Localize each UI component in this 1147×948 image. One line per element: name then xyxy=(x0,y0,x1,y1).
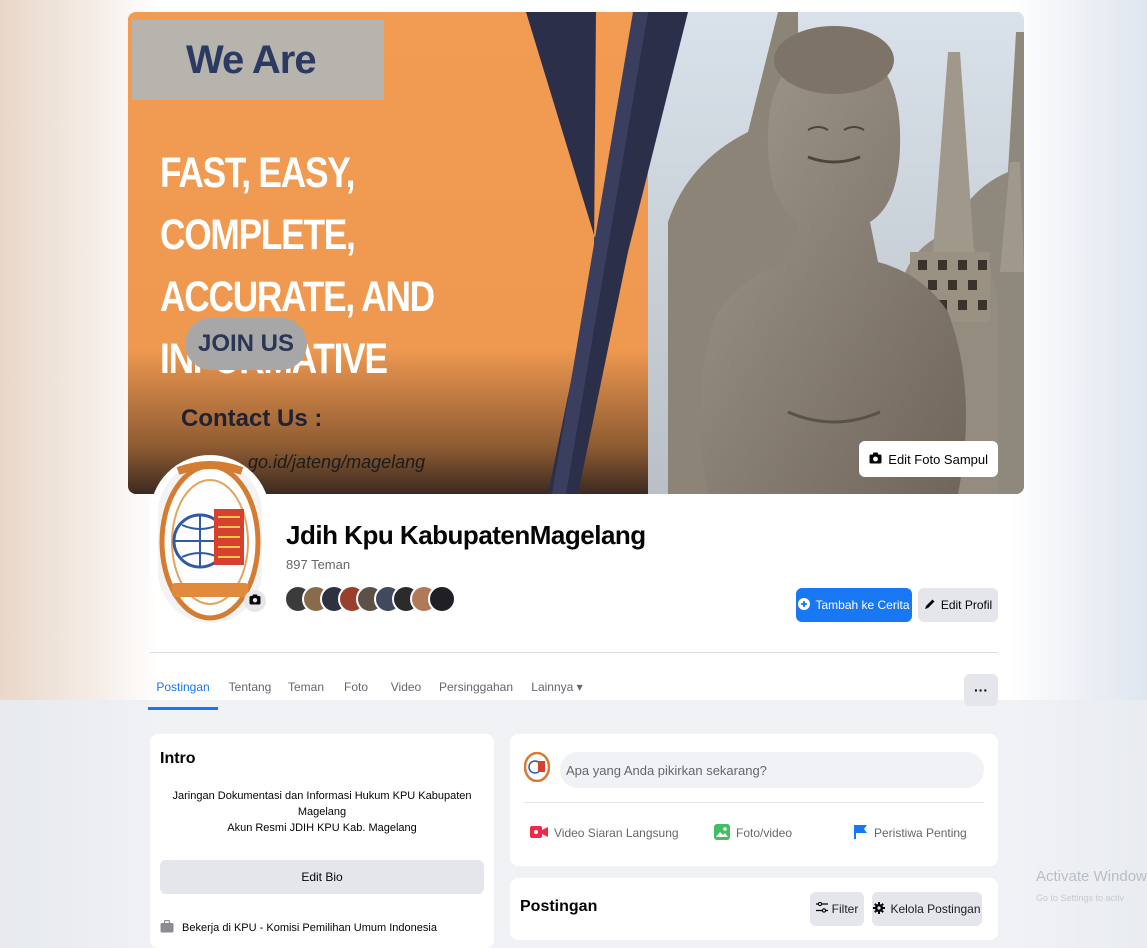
life-event-button[interactable]: Peristiwa Penting xyxy=(854,816,967,850)
camera-icon xyxy=(869,452,882,467)
post-composer: Apa yang Anda pikirkan sekarang? Video S… xyxy=(510,734,998,866)
filter-label: Filter xyxy=(831,902,859,916)
add-to-story-button[interactable]: Tambah ke Cerita xyxy=(796,588,912,622)
filter-icon xyxy=(815,901,828,916)
edit-profile-label: Edit Profil xyxy=(940,598,993,612)
tab-persinggahan[interactable]: Persinggahan xyxy=(438,664,514,710)
camera-icon xyxy=(249,592,261,610)
photo-video-button[interactable]: Foto/video xyxy=(714,816,792,850)
activation-watermark-subtitle: Go to Settings to activ xyxy=(1036,893,1125,903)
friends-count[interactable]: 897 Teman xyxy=(286,557,350,572)
intro-card: Intro Jaringan Dokumentasi dan Informasi… xyxy=(150,734,494,948)
photo-icon xyxy=(714,823,730,843)
bio-line: Magelang xyxy=(297,806,347,818)
whats-on-your-mind-input[interactable]: Apa yang Anda pikirkan sekarang? xyxy=(560,752,984,788)
composer-divider xyxy=(524,802,984,803)
tagline-line-1: FAST, EASY, COMPLETE, xyxy=(160,149,356,259)
posts-header: Postingan Filter Kelola Postingan xyxy=(510,878,998,940)
profile-name: Jdih Kpu KabupatenMagelang xyxy=(286,520,646,550)
tab-tentang[interactable]: Tentang xyxy=(226,664,274,710)
intro-bio: Jaringan Dokumentasi dan Informasi Hukum… xyxy=(160,788,484,836)
tab-video[interactable]: Video xyxy=(388,664,424,710)
live-video-icon xyxy=(530,825,548,842)
work-info[interactable]: Bekerja di KPU - Komisi Pemilihan Umum I… xyxy=(160,919,437,936)
friend-avatar[interactable] xyxy=(428,585,456,613)
bio-line: Jaringan Dokumentasi dan Informasi Hukum… xyxy=(172,790,472,802)
tab-lainnya[interactable]: Lainnya ▾ xyxy=(528,664,586,710)
cover-headline: We Are xyxy=(186,38,317,82)
manage-posts-label: Kelola Postingan xyxy=(890,902,981,916)
plus-circle-icon xyxy=(798,597,811,613)
contact-label: Contact Us : xyxy=(181,405,323,432)
contact-url: go.id/jateng/magelang xyxy=(248,452,426,472)
change-avatar-button[interactable] xyxy=(244,590,266,612)
join-us-badge: JOIN US xyxy=(185,318,307,370)
live-video-label: Video Siaran Langsung xyxy=(554,826,679,840)
composer-avatar[interactable] xyxy=(523,751,551,783)
intro-title: Intro xyxy=(160,750,196,767)
edit-cover-button[interactable]: Edit Foto Sampul xyxy=(859,441,998,477)
manage-posts-button[interactable]: Kelola Postingan xyxy=(872,892,982,926)
posts-title: Postingan xyxy=(520,898,598,915)
photo-video-label: Foto/video xyxy=(736,826,793,840)
more-options-button[interactable]: ··· xyxy=(964,674,998,706)
header-divider xyxy=(150,652,998,653)
flag-icon xyxy=(854,824,868,843)
tab-teman[interactable]: Teman xyxy=(286,664,326,710)
tab-foto[interactable]: Foto xyxy=(340,664,372,710)
activation-watermark: Activate Window xyxy=(1036,868,1147,885)
edit-bio-button[interactable]: Edit Bio xyxy=(160,860,484,894)
work-label: Bekerja di KPU - Komisi Pemilihan Umum I… xyxy=(182,922,437,934)
cover-photo[interactable]: We Are FAST, EASY, COMPLETE, ACCURATE, A… xyxy=(128,12,1024,494)
edit-profile-button[interactable]: Edit Profil xyxy=(918,588,998,622)
life-event-label: Peristiwa Penting xyxy=(874,826,967,840)
briefcase-icon xyxy=(160,919,174,936)
bio-line: Akun Resmi JDIH KPU Kab. Magelang xyxy=(227,822,417,834)
pencil-icon xyxy=(924,598,936,613)
add-to-story-label: Tambah ke Cerita xyxy=(815,598,910,612)
gear-icon xyxy=(873,901,886,917)
live-video-button[interactable]: Video Siaran Langsung xyxy=(530,816,679,850)
filter-button[interactable]: Filter xyxy=(810,892,864,926)
edit-cover-label: Edit Foto Sampul xyxy=(888,451,988,467)
tab-postingan[interactable]: Postingan xyxy=(148,664,218,710)
